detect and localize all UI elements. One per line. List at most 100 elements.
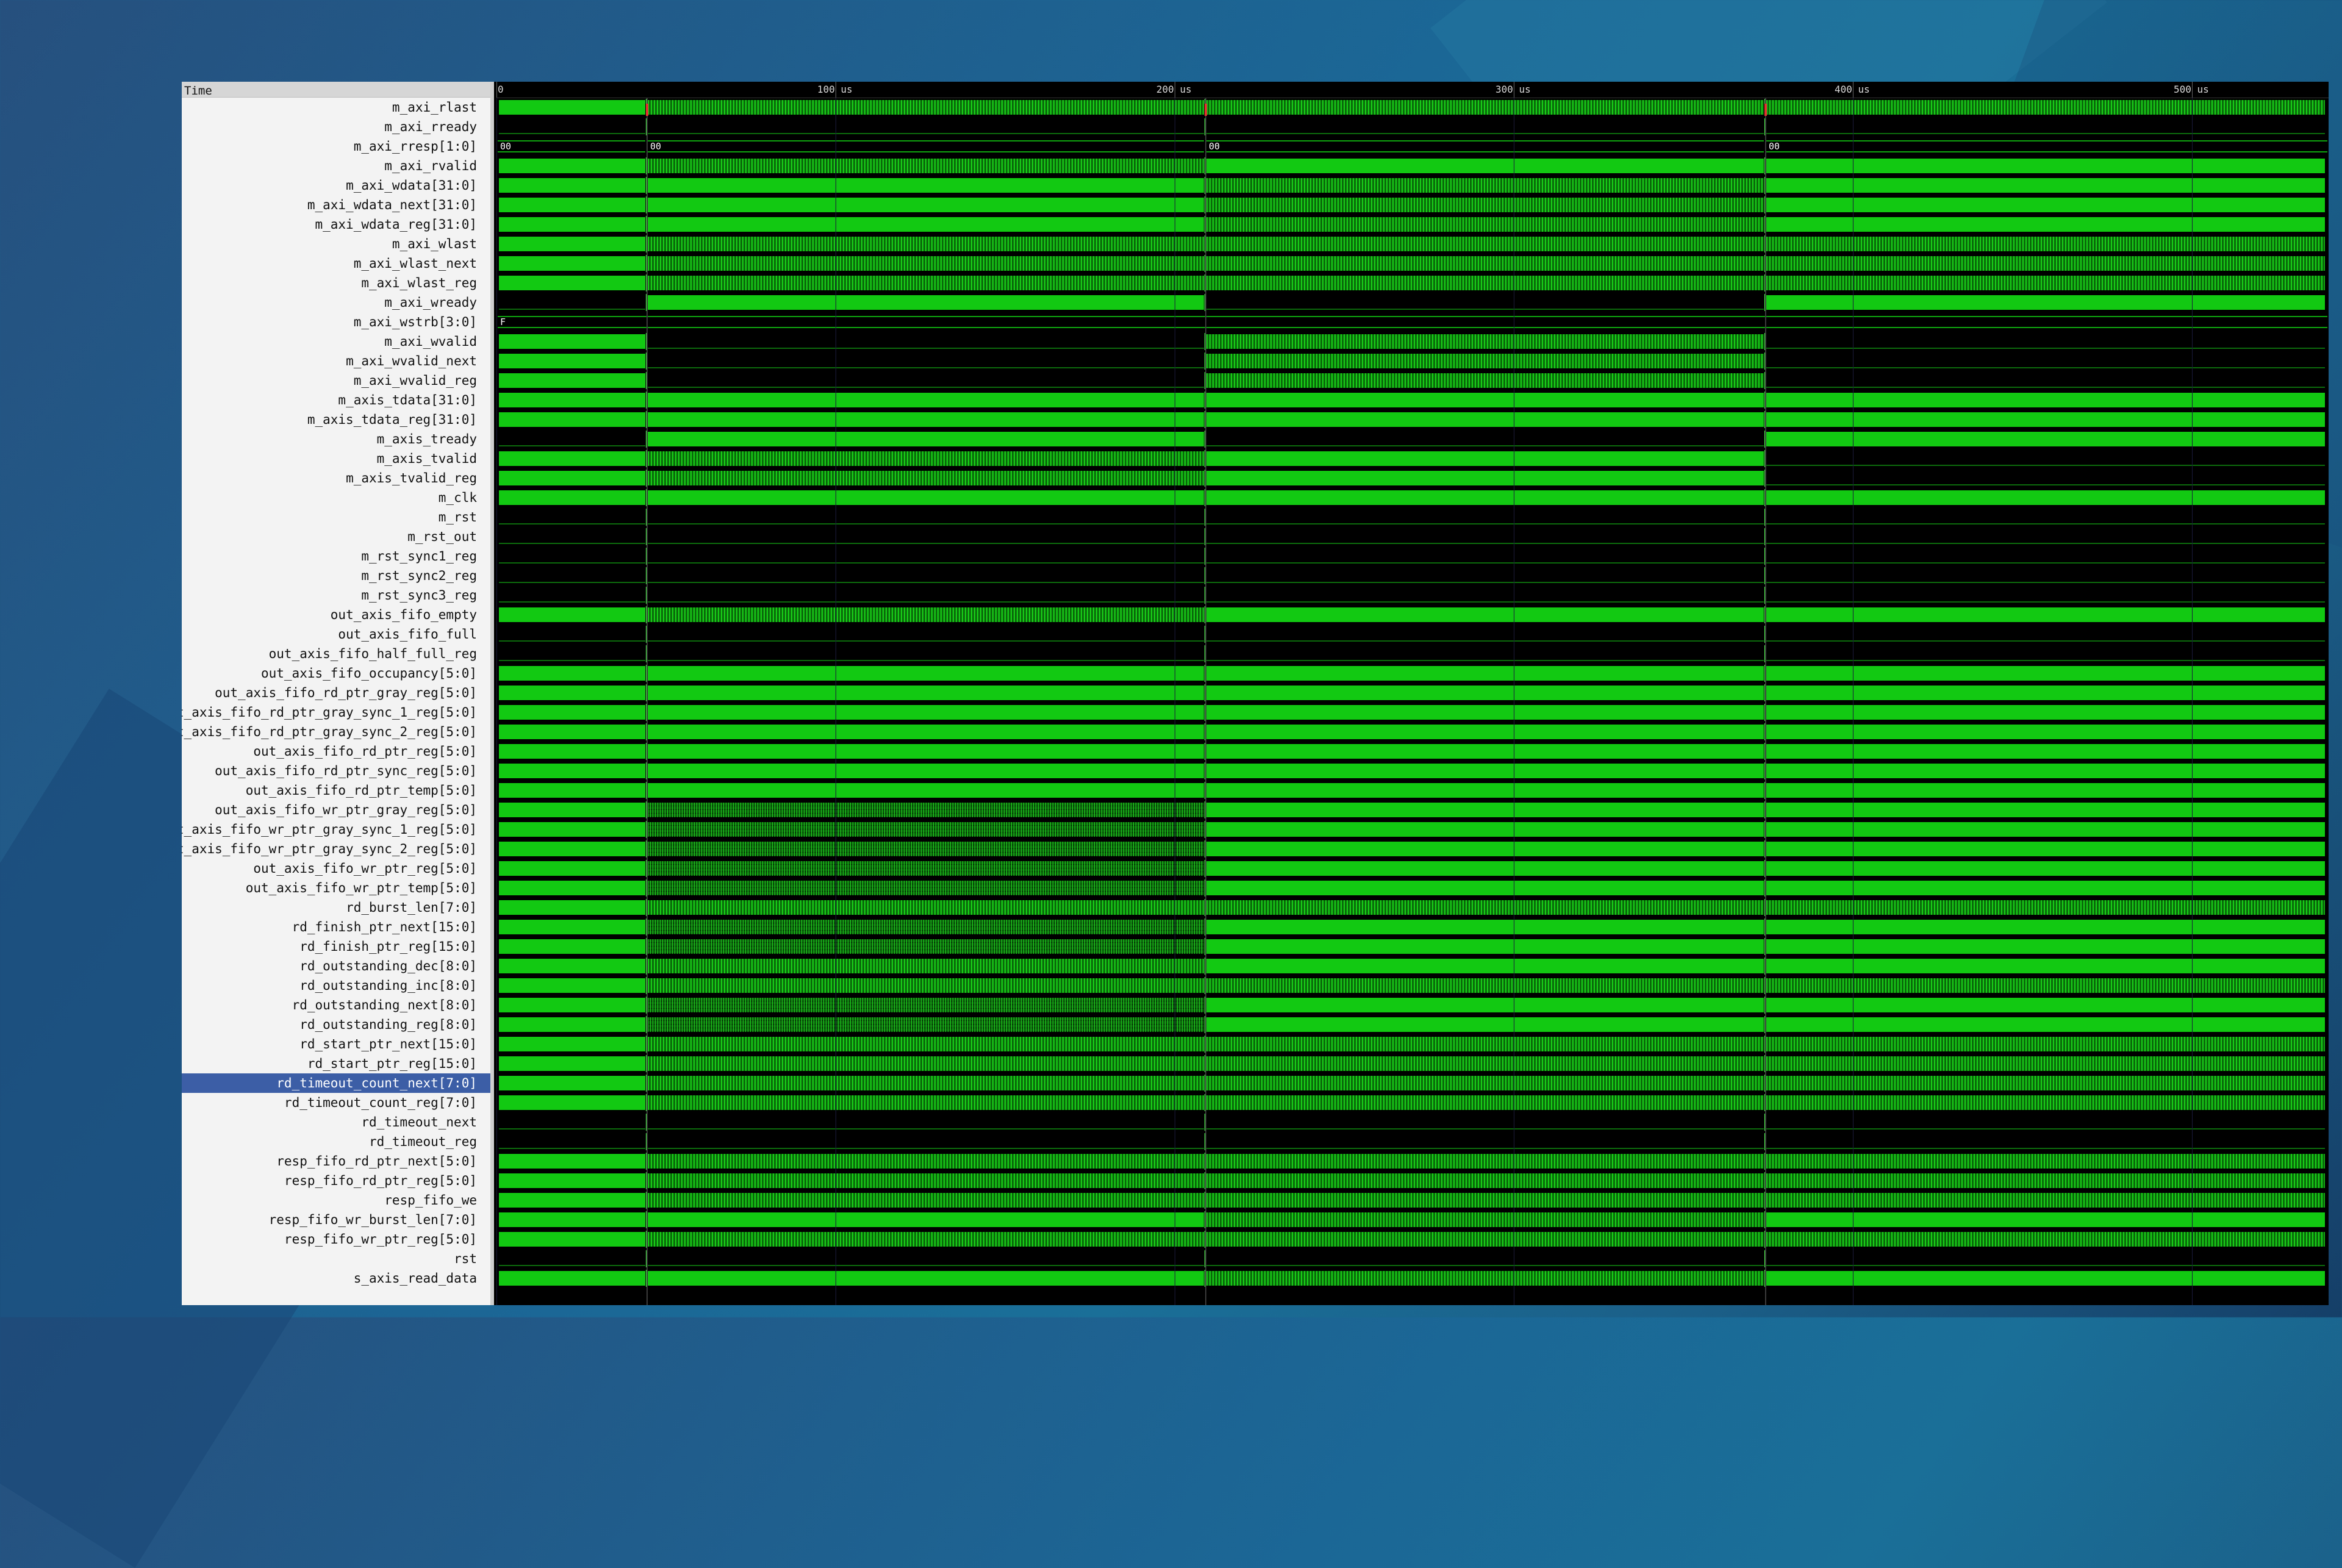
waveform-row[interactable] — [496, 1054, 2329, 1073]
signal-name[interactable]: out_axis_fifo_wr_ptr_gray_sync_1_reg[5:0… — [182, 820, 490, 839]
waveform-row[interactable] — [496, 488, 2329, 507]
signal-name[interactable]: resp_fifo_rd_ptr_reg[5:0] — [182, 1171, 490, 1190]
signal-name[interactable]: out_axis_fifo_rd_ptr_gray_reg[5:0] — [182, 683, 490, 703]
signal-name[interactable]: s_axis_read_data — [182, 1269, 490, 1288]
signal-name[interactable]: m_axi_wlast_reg — [182, 273, 490, 293]
signal-name[interactable]: out_axis_fifo_rd_ptr_reg[5:0] — [182, 742, 490, 761]
waveform-row[interactable] — [496, 761, 2329, 781]
waveform-row[interactable] — [496, 410, 2329, 429]
waveform-row[interactable] — [496, 917, 2329, 937]
signal-name-list[interactable]: m_axi_rlast m_axi_rready m_axi_rresp[1:0] m… — [182, 98, 490, 1288]
waveform-row[interactable] — [496, 273, 2329, 293]
signal-name[interactable]: m_rst_out — [182, 527, 490, 546]
waveform-row[interactable] — [496, 527, 2329, 546]
waveform-row[interactable] — [496, 1093, 2329, 1112]
signal-name[interactable]: m_clk — [182, 488, 490, 507]
waveform-row[interactable] — [496, 546, 2329, 566]
waveform-row[interactable] — [496, 839, 2329, 859]
waveform-row[interactable] — [496, 566, 2329, 585]
signal-name[interactable]: m_axi_rready — [182, 117, 490, 137]
waveform-row[interactable] — [496, 1073, 2329, 1093]
signal-name[interactable]: out_axis_fifo_rd_ptr_gray_sync_2_reg[5:0… — [182, 722, 490, 742]
signal-name[interactable]: rd_finish_ptr_next[15:0] — [182, 917, 490, 937]
signal-name[interactable]: m_axi_rlast — [182, 98, 490, 117]
signal-name[interactable]: rd_start_ptr_next[15:0] — [182, 1034, 490, 1054]
signal-name[interactable]: m_axis_tready — [182, 429, 490, 449]
signal-name[interactable]: m_axis_tvalid_reg — [182, 468, 490, 488]
signal-name[interactable]: rd_outstanding_inc[8:0] — [182, 976, 490, 995]
waveform-row[interactable] — [496, 800, 2329, 820]
signal-name[interactable]: m_axi_wlast — [182, 234, 490, 254]
signal-name[interactable]: rd_timeout_count_reg[7:0] — [182, 1093, 490, 1112]
signal-name[interactable]: rd_timeout_next — [182, 1112, 490, 1132]
signal-name[interactable]: out_axis_fifo_rd_ptr_sync_reg[5:0] — [182, 761, 490, 781]
waveform-row[interactable] — [496, 956, 2329, 976]
waveform-row[interactable] — [496, 449, 2329, 468]
signal-name[interactable]: out_axis_fifo_half_full_reg — [182, 644, 490, 664]
signal-name[interactable]: rd_timeout_reg — [182, 1132, 490, 1151]
waveform-row[interactable] — [496, 995, 2329, 1015]
signal-name[interactable]: m_rst — [182, 507, 490, 527]
signal-name[interactable]: rd_start_ptr_reg[15:0] — [182, 1054, 490, 1073]
waveform-row[interactable] — [496, 507, 2329, 527]
waveform-row[interactable] — [496, 1015, 2329, 1034]
waveform-row[interactable] — [496, 351, 2329, 371]
waveform-row[interactable] — [496, 859, 2329, 878]
waveform-row[interactable] — [496, 1269, 2329, 1288]
waveform-row[interactable] — [496, 742, 2329, 761]
waveform-row[interactable] — [496, 293, 2329, 312]
signal-name[interactable]: m_rst_sync1_reg — [182, 546, 490, 566]
signal-name[interactable]: rd_timeout_count_next[7:0] — [182, 1073, 490, 1093]
waveform-row[interactable] — [496, 1171, 2329, 1190]
signal-name[interactable]: m_axis_tdata[31:0] — [182, 390, 490, 410]
signal-name[interactable]: out_axis_fifo_wr_ptr_gray_sync_2_reg[5:0… — [182, 839, 490, 859]
signal-name[interactable]: rst — [182, 1249, 490, 1269]
waveform-row[interactable] — [496, 1249, 2329, 1269]
waveform-row[interactable] — [496, 1132, 2329, 1151]
waveform-row[interactable] — [496, 371, 2329, 390]
signal-name[interactable]: rd_burst_len[7:0] — [182, 898, 490, 917]
waveform-row[interactable] — [496, 820, 2329, 839]
waveform-row[interactable] — [496, 195, 2329, 215]
waveform-row[interactable]: 00 00 00 00 — [496, 137, 2329, 156]
waveform-row[interactable] — [496, 703, 2329, 722]
waveform-row[interactable] — [496, 429, 2329, 449]
signal-name[interactable]: m_axi_wstrb[3:0] — [182, 312, 490, 332]
signal-name[interactable]: m_axi_rresp[1:0] — [182, 137, 490, 156]
waveform-row[interactable] — [496, 98, 2329, 117]
waveform-row[interactable] — [496, 1210, 2329, 1230]
waveform-row[interactable] — [496, 468, 2329, 488]
signal-name[interactable]: m_axi_wdata_reg[31:0] — [182, 215, 490, 234]
signal-name[interactable]: m_axis_tvalid — [182, 449, 490, 468]
signal-name[interactable]: m_axi_wdata[31:0] — [182, 176, 490, 195]
waveform-row[interactable] — [496, 605, 2329, 625]
waveform-row[interactable]: F — [496, 312, 2329, 332]
waveform-row[interactable] — [496, 1190, 2329, 1210]
waveform-row[interactable] — [496, 254, 2329, 273]
waveform-row[interactable] — [496, 390, 2329, 410]
signal-name[interactable]: rd_outstanding_dec[8:0] — [182, 956, 490, 976]
signal-name[interactable]: m_rst_sync3_reg — [182, 585, 490, 605]
signal-name[interactable]: m_axi_wvalid_next — [182, 351, 490, 371]
signal-name[interactable]: m_rst_sync2_reg — [182, 566, 490, 585]
signal-name[interactable]: resp_fifo_wr_ptr_reg[5:0] — [182, 1230, 490, 1249]
signal-name[interactable]: rd_finish_ptr_reg[15:0] — [182, 937, 490, 956]
signal-name[interactable]: m_axi_rvalid — [182, 156, 490, 176]
waveform-row[interactable] — [496, 156, 2329, 176]
waveform-row[interactable] — [496, 937, 2329, 956]
signal-name[interactable]: m_axi_wlast_next — [182, 254, 490, 273]
waveform-row[interactable] — [496, 1151, 2329, 1171]
signal-name[interactable]: m_axi_wvalid — [182, 332, 490, 351]
waveform-row[interactable] — [496, 722, 2329, 742]
signal-name[interactable]: rd_outstanding_reg[8:0] — [182, 1015, 490, 1034]
signal-name[interactable]: out_axis_fifo_wr_ptr_temp[5:0] — [182, 878, 490, 898]
signal-name[interactable]: out_axis_fifo_rd_ptr_temp[5:0] — [182, 781, 490, 800]
signal-name[interactable]: out_axis_fifo_rd_ptr_gray_sync_1_reg[5:0… — [182, 703, 490, 722]
waveform-row[interactable] — [496, 215, 2329, 234]
waveform-row[interactable] — [496, 644, 2329, 664]
waveform-row[interactable] — [496, 878, 2329, 898]
waveform-row[interactable] — [496, 1034, 2329, 1054]
signal-name[interactable]: out_axis_fifo_occupancy[5:0] — [182, 664, 490, 683]
signal-name[interactable]: m_axi_wready — [182, 293, 490, 312]
time-ruler[interactable]: 0 100 us 200 us 300 us 400 us 500 us — [496, 82, 2329, 98]
